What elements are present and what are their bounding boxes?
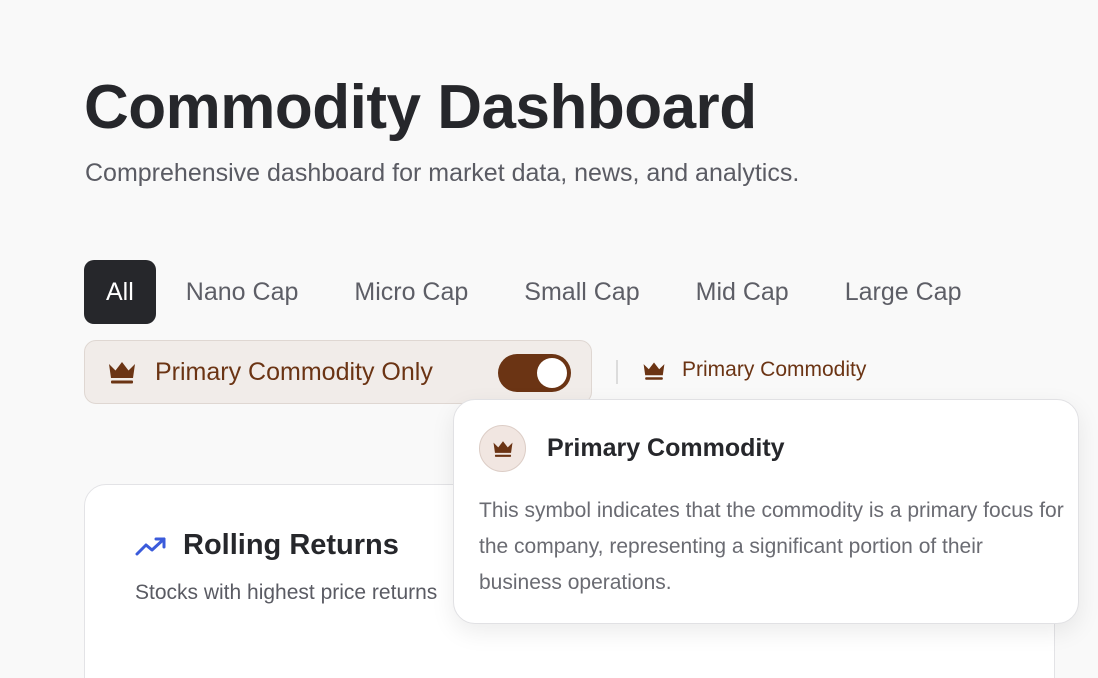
tooltip-title: Primary Commodity xyxy=(547,434,785,462)
tab-all[interactable]: All xyxy=(84,260,156,324)
crown-icon xyxy=(493,441,512,457)
trending-up-icon xyxy=(135,537,166,555)
crown-icon xyxy=(109,362,135,384)
tooltip-body: This symbol indicates that the commodity… xyxy=(479,499,1064,594)
tab-nano-cap[interactable]: Nano Cap xyxy=(160,260,325,324)
page-title: Commodity Dashboard xyxy=(84,73,757,142)
card-title: Rolling Returns xyxy=(183,529,399,561)
card-description: Stocks with highest price returns xyxy=(135,581,438,604)
tooltip-icon-badge xyxy=(479,425,526,472)
page-subtitle: Comprehensive dashboard for market data,… xyxy=(85,159,800,187)
tab-large-cap[interactable]: Large Cap xyxy=(819,260,988,324)
toggle-knob xyxy=(537,358,567,388)
primary-commodity-filter-label: Primary Commodity Only xyxy=(155,357,433,386)
primary-commodity-filter[interactable]: Primary Commodity Only xyxy=(84,340,592,404)
primary-commodity-toggle[interactable] xyxy=(498,354,571,392)
card-header: Rolling Returns xyxy=(135,529,399,562)
tab-mid-cap[interactable]: Mid Cap xyxy=(670,260,815,324)
primary-commodity-tooltip: Primary Commodity This symbol indicates … xyxy=(453,399,1079,624)
crown-icon xyxy=(643,362,665,380)
filter-divider xyxy=(616,360,618,384)
primary-commodity-legend-label: Primary Commodity xyxy=(682,358,867,381)
primary-commodity-legend[interactable]: Primary Commodity xyxy=(642,358,866,382)
tab-micro-cap[interactable]: Micro Cap xyxy=(328,260,494,324)
dashboard-page: Commodity Dashboard Comprehensive dashbo… xyxy=(0,0,1098,678)
tab-small-cap[interactable]: Small Cap xyxy=(498,260,665,324)
market-cap-tabs: All Nano Cap Micro Cap Small Cap Mid Cap… xyxy=(84,260,991,324)
